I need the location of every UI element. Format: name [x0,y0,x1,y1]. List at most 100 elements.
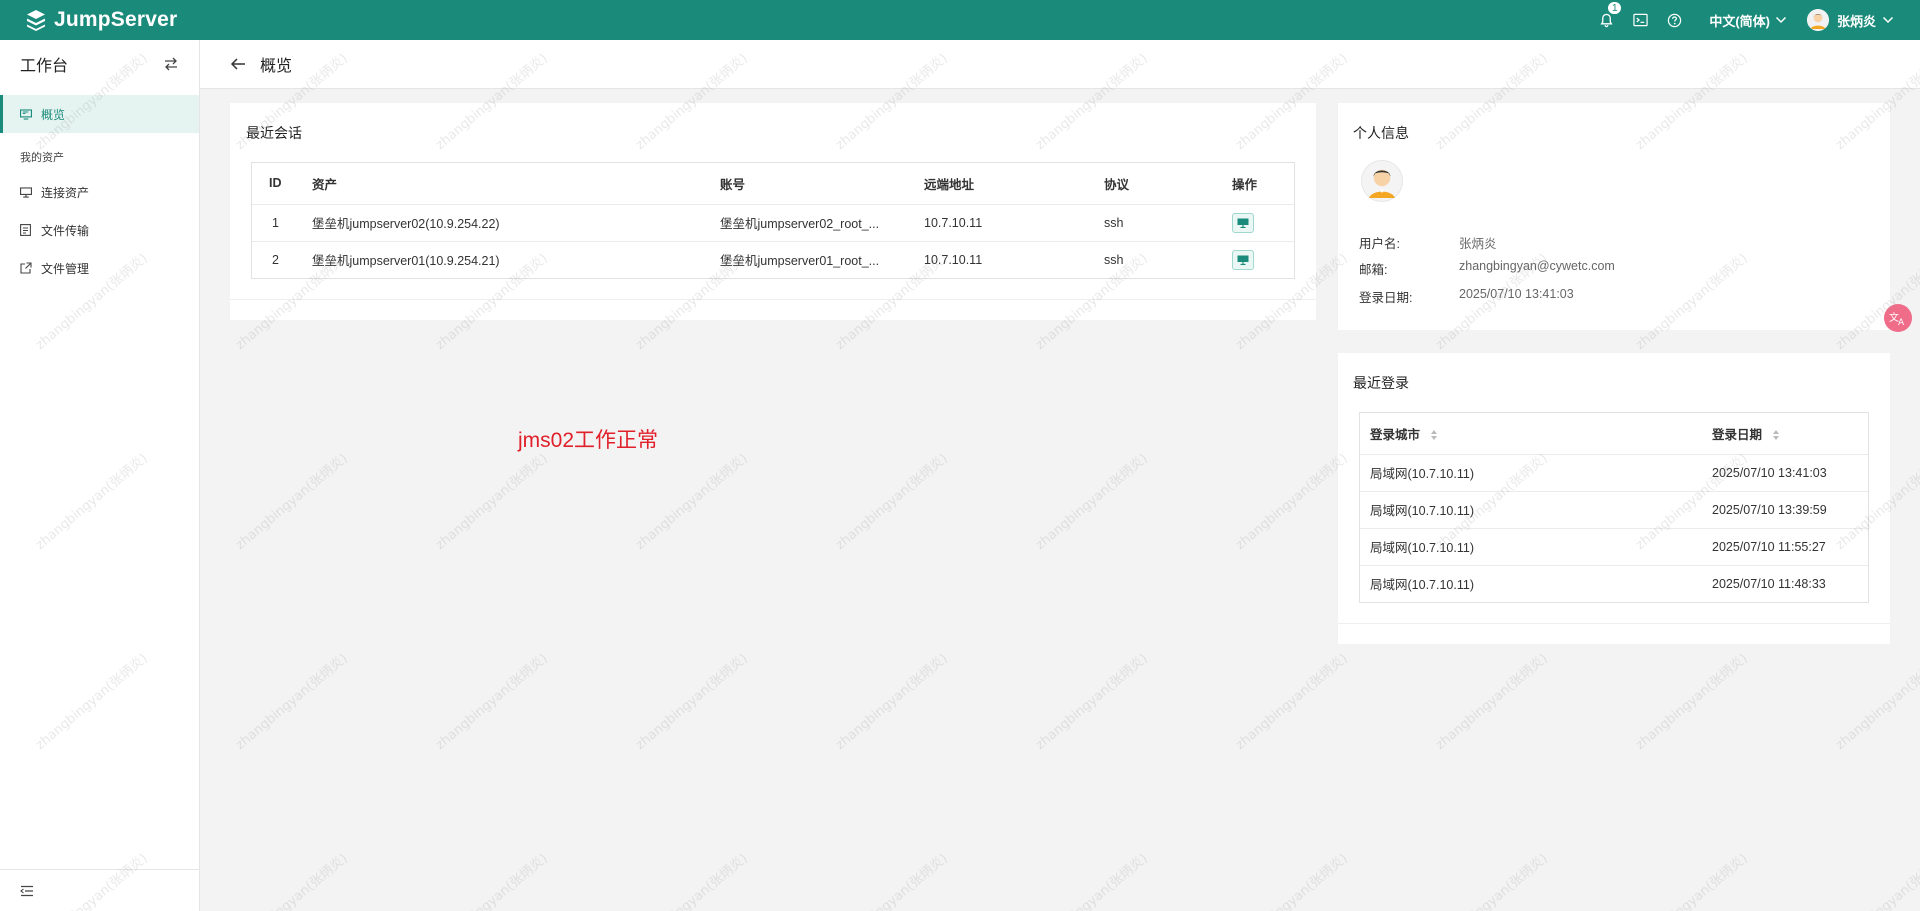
watermark-text: zhangbingyan(张炳炎) [1233,651,1351,753]
watermark-text: zhangbingyan(张炳炎) [233,651,351,753]
sort-icon[interactable] [1430,429,1438,441]
page-title: 概览 [260,58,293,75]
file-transfer-icon [20,224,32,236]
watermark-text: zhangbingyan(张炳炎) [1033,451,1151,553]
info-row-login-date: 登录日期: 2025/07/10 13:41:03 [1359,287,1574,306]
brand-name: JumpServer [54,8,178,31]
sidebar-item-file-transfer[interactable]: 文件传输 [0,211,199,249]
watermark-text: zhangbingyan(张炳炎) [833,851,951,911]
cell-id: 1 [252,204,312,242]
cell-date: 2025/07/10 11:48:33 [1712,576,1826,591]
cell-city: 局域网(10.7.10.11) [1360,491,1712,529]
monitor-icon [20,108,32,120]
sidebar-item-connect-assets[interactable]: 连接资产 [0,173,199,211]
back-button[interactable] [230,57,246,71]
notification-button[interactable]: 1 [1589,0,1623,40]
table-row: 局域网(10.7.10.11) 2025/07/10 11:55:27 [1360,528,1868,566]
watermark-text: zhangbingyan(张炳炎) [1833,851,1920,911]
watermark-text: zhangbingyan(张炳炎) [1833,651,1920,753]
cell-city: 局域网(10.7.10.11) [1360,454,1712,492]
cell-protocol: ssh [1104,204,1232,242]
watermark-text: zhangbingyan(张炳炎) [1233,851,1351,911]
watermark-text: zhangbingyan(张炳炎) [1033,851,1151,911]
table-header-row: 登录城市 登录日期 [1360,413,1868,455]
language-selector[interactable]: 中文(简体) [1709,11,1787,30]
sidebar-item-file-manager[interactable]: 文件管理 [0,249,199,287]
sidebar-footer [0,869,199,911]
help-icon [1667,13,1682,27]
cell-id: 2 [272,252,279,267]
desktop-icon [1237,218,1249,228]
cell-action [1232,241,1294,278]
cell-date: 2025/07/10 13:41:03 [1712,454,1868,492]
column-header-protocol[interactable]: 协议 [1104,163,1232,205]
switch-view-icon[interactable] [163,57,179,71]
top-bar: JumpServer 1 中文(简体) 张炳炎 [0,0,1920,40]
annotation-text: jms02工作正常 [518,429,659,452]
page-header: 概览 [200,40,1920,89]
login-date-label: 登录日期: [1359,291,1413,305]
column-header-id[interactable]: ID [252,163,312,205]
card-title: 最近会话 [246,125,302,141]
cell-protocol: ssh [1104,252,1124,267]
web-terminal-button[interactable] [1623,0,1657,40]
collapse-menu-icon[interactable] [20,885,34,897]
watermark-text: zhangbingyan(张炳炎) [1433,851,1551,911]
cell-account: 堡垒机jumpserver02_root_... [720,204,924,242]
cell-remote-address: 10.7.10.11 [924,252,983,267]
user-menu[interactable]: 张炳炎 [1806,9,1894,31]
svg-text:A: A [1898,318,1905,326]
cell-account: 堡垒机jumpserver01_root_... [720,254,880,269]
desktop-icon [1237,255,1249,265]
table-row: 2 堡垒机jumpserver01(10.9.254.21) 堡垒机jumpse… [252,241,1294,278]
table-row: 局域网(10.7.10.11) 2025/07/10 11:48:33 [1360,565,1868,602]
terminal-icon [1633,13,1648,27]
info-row-username: 用户名: 张炳炎 [1359,233,1497,252]
cell-asset: 堡垒机jumpserver02(10.9.254.22) [312,204,720,242]
cell-date: 2025/07/10 13:39:59 [1712,491,1868,529]
logo[interactable]: JumpServer [24,8,177,32]
recent-logins-card: 最近登录 登录城市 登录日期 局域网(10.7.10.11) 2025/07/1… [1338,353,1890,644]
sidebar-item-overview[interactable]: 概览 [0,95,199,133]
column-header-asset[interactable]: 资产 [312,163,720,205]
sidebar-item-label: 文件管理 [41,261,90,276]
card-title: 最近登录 [1353,375,1409,391]
jumpserver-logo-icon [27,10,45,31]
language-label: 中文(简体) [1709,13,1770,29]
translate-icon: 文 A [1889,311,1905,326]
column-header-action: 操作 [1232,163,1294,205]
recent-sessions-table: ID 资产 账号 远端地址 协议 操作 1 堡垒机jumpserver02(10… [251,162,1295,279]
sort-icon[interactable] [1772,429,1780,441]
table-row: 局域网(10.7.10.11) 2025/07/10 13:39:59 [1360,491,1868,529]
table-row: 1 堡垒机jumpserver02(10.9.254.22) 堡垒机jumpse… [252,204,1294,242]
connect-button[interactable] [1232,249,1254,270]
card-title: 个人信息 [1353,125,1409,141]
watermark-text: zhangbingyan(张炳炎) [233,451,351,553]
recent-sessions-card: 最近会话 ID 资产 账号 远端地址 协议 操作 1 堡垒机jumpserver… [230,103,1316,320]
column-header-login-date[interactable]: 登录日期 [1712,413,1868,455]
connect-button[interactable] [1232,212,1254,233]
email-value: zhangbingyan@cywetc.com [1459,259,1615,273]
sidebar-title: 工作台 [20,58,69,75]
arrow-left-icon [230,58,245,70]
username-value: 张炳炎 [1459,237,1497,251]
column-header-login-city[interactable]: 登录城市 [1360,413,1712,455]
sidebar-item-label: 文件传输 [41,223,90,238]
translate-button[interactable]: 文 A [1884,304,1912,332]
personal-info-card: 个人信息 用户名: 张炳炎 邮箱: zhangbingyan@cywetc.co… [1338,103,1890,330]
sidebar-item-label: 概览 [41,107,66,122]
external-link-icon [20,262,32,274]
profile-avatar [1361,160,1403,202]
sidebar: 工作台 概览 我的资产 连接资产 文件传输 文件管理 [0,40,200,911]
help-button[interactable] [1657,0,1691,40]
watermark-text: zhangbingyan(张炳炎) [433,651,551,753]
watermark-text: zhangbingyan(张炳炎) [833,451,951,553]
card-divider [230,299,1316,300]
user-avatar-icon [1806,9,1829,31]
column-header-account[interactable]: 账号 [720,163,924,205]
column-header-remote-address[interactable]: 远端地址 [924,163,1104,205]
watermark-text: zhangbingyan(张炳炎) [233,851,351,911]
watermark-text: zhangbingyan(张炳炎) [633,851,751,911]
table-row: 局域网(10.7.10.11) 2025/07/10 13:41:03 [1360,454,1868,492]
chevron-down-icon [1775,16,1787,24]
